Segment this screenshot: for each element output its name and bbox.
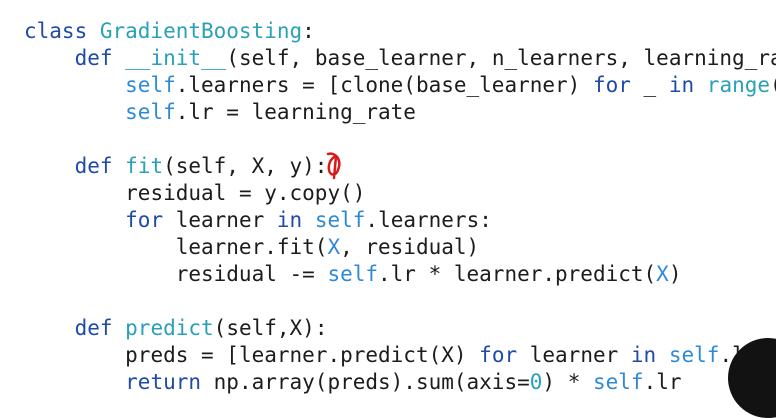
code-line: preds = [learner.predict(X) for learner … (0, 342, 776, 369)
code-editor[interactable]: class GradientBoosting: def __init__(sel… (0, 18, 776, 402)
code-token: .learners: (365, 208, 492, 232)
code-token: , residual) (340, 235, 480, 259)
code-token: residual -= (175, 262, 328, 286)
code-line: def __init__(self, base_learner, n_learn… (0, 45, 776, 72)
code-token: X (327, 235, 341, 259)
code-token: learner (163, 208, 277, 232)
code-token: : (302, 19, 315, 43)
code-line: return np.array(preds).sum(axis=0) * sel… (0, 369, 776, 396)
code-token: .lr = learning_rate (175, 100, 416, 124)
code-token: GradientBoosting (99, 19, 303, 43)
code-token: in (276, 208, 303, 232)
code-line: class GradientBoosting: (0, 18, 776, 45)
code-token: def (74, 316, 126, 340)
code-token: residual = y.copy() (125, 181, 366, 205)
code-line: def predict(self,X): (0, 315, 776, 342)
code-token: in (630, 343, 657, 367)
code-line: self.lr = learning_rate (0, 99, 776, 126)
code-token: ( (770, 73, 776, 97)
code-token: class (24, 19, 100, 43)
code-token: in (668, 73, 695, 97)
code-token: def (74, 154, 126, 178)
code-token: self (592, 370, 644, 394)
code-token: for (125, 208, 164, 232)
code-token: .learners = [clone(base_learner) (175, 73, 593, 97)
code-token: 0 (529, 370, 543, 394)
code-token: .lr * learner.predict( (378, 262, 657, 286)
code-token: range (706, 73, 771, 97)
code-token: self (327, 262, 379, 286)
code-token: for (479, 343, 518, 367)
code-token: self (314, 208, 366, 232)
code-line: residual -= self.lr * learner.predict(X) (0, 261, 776, 288)
code-token: (self, X, y): (163, 154, 328, 178)
code-token: ) (668, 262, 682, 286)
code-token: learner.fit( (175, 235, 328, 259)
code-token: return (125, 370, 202, 394)
code-token: self (125, 73, 176, 97)
code-line: for learner in self.learners: (0, 207, 776, 234)
code-token: X (656, 262, 669, 286)
code-token: learner (517, 343, 631, 367)
code-token: np.array(preds).sum(axis= (201, 370, 530, 394)
code-token: for (592, 73, 631, 97)
code-token: ) * (542, 370, 593, 394)
code-token: _ (630, 73, 669, 97)
code-token: self (125, 100, 176, 124)
code-line: self.learners = [clone(base_learner) for… (0, 72, 776, 99)
code-token: predict (125, 316, 214, 340)
code-token: .lr (643, 370, 682, 394)
code-token: fit (125, 154, 164, 178)
code-token: self (668, 343, 720, 367)
code-line: learner.fit(X, residual) (0, 234, 776, 261)
code-token: __init__ (125, 46, 227, 70)
code-token: (self, base_learner, n_learners, learnin… (226, 46, 776, 70)
code-line: residual = y.copy() (0, 180, 776, 207)
code-line: def fit(self, X, y): (0, 153, 776, 180)
code-token: (self,X): (213, 316, 328, 340)
code-token: def (74, 46, 126, 70)
code-token: preds = [learner.predict(X) (125, 343, 480, 367)
